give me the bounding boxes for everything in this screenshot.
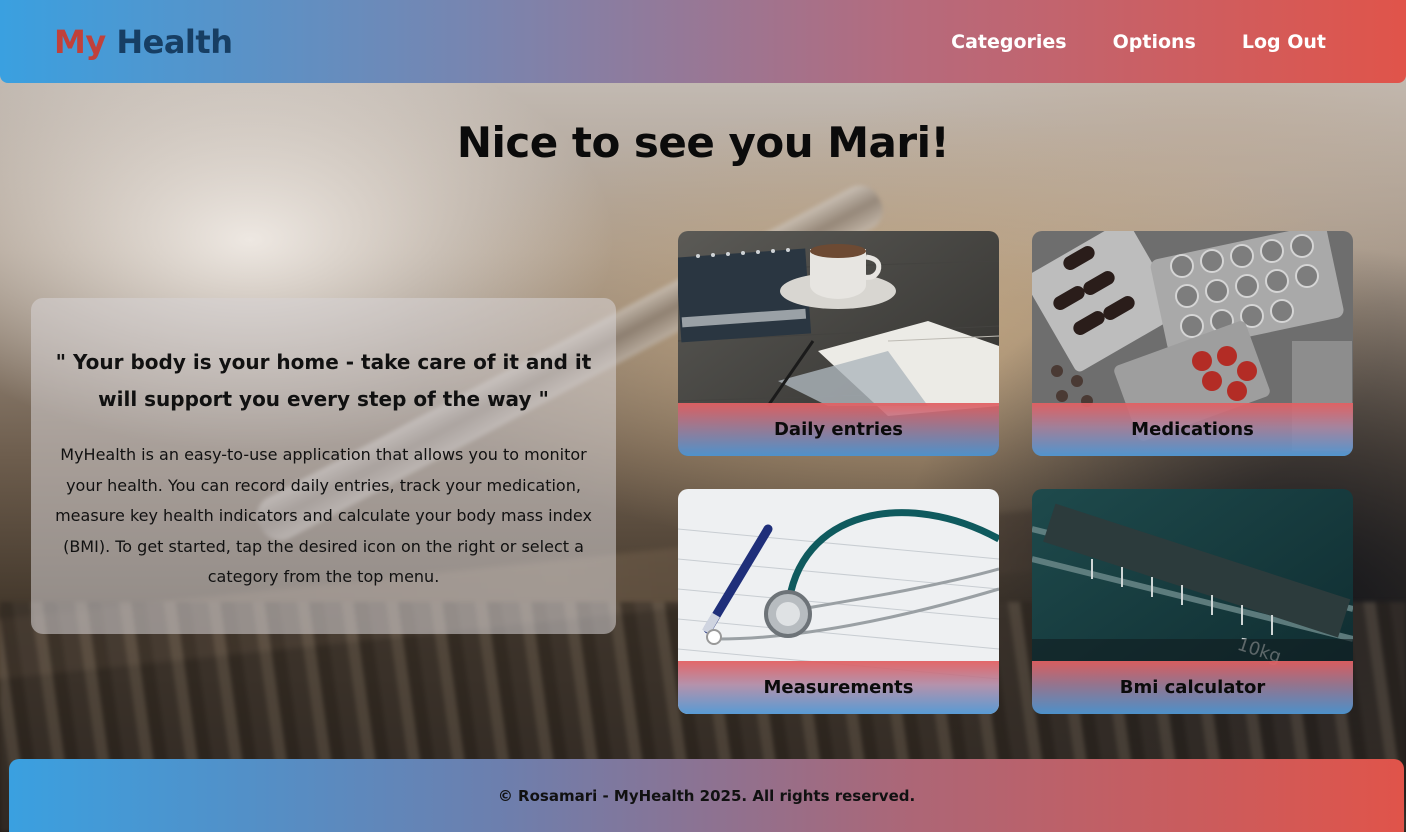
tile-bmi-calculator[interactable]: 10kg Bmi calculator — [1032, 489, 1353, 714]
logo-health: Health — [116, 22, 233, 61]
tile-label: Medications — [1131, 419, 1254, 440]
logo-my: My — [54, 22, 106, 61]
intro-quote: " Your body is your home - take care of … — [55, 350, 592, 411]
intro-description: MyHealth is an easy-to-use application t… — [55, 445, 592, 586]
tile-measurements[interactable]: Measurements — [678, 489, 999, 714]
nav-options[interactable]: Options — [1113, 31, 1196, 53]
nav-log-out[interactable]: Log Out — [1242, 31, 1326, 53]
main-nav: Categories Options Log Out — [951, 31, 1326, 53]
tile-label: Daily entries — [773, 419, 904, 440]
tile-daily-entries[interactable]: Daily entries — [678, 231, 999, 456]
tile-medications[interactable]: Medications — [1032, 231, 1353, 456]
nav-categories[interactable]: Categories — [951, 31, 1066, 53]
app-logo[interactable]: My Health — [54, 22, 233, 61]
tile-label: Bmi calculator — [1119, 677, 1266, 698]
tile-label: Measurements — [763, 677, 914, 698]
copyright-text: © Rosamari - MyHealth 2025. All rights r… — [497, 786, 916, 805]
page-title: Nice to see you Mari! — [456, 118, 950, 167]
top-navbar: My Health Categories Options Log Out — [0, 0, 1406, 83]
intro-card: " Your body is your home - take care of … — [31, 298, 616, 634]
footer: © Rosamari - MyHealth 2025. All rights r… — [9, 759, 1404, 832]
